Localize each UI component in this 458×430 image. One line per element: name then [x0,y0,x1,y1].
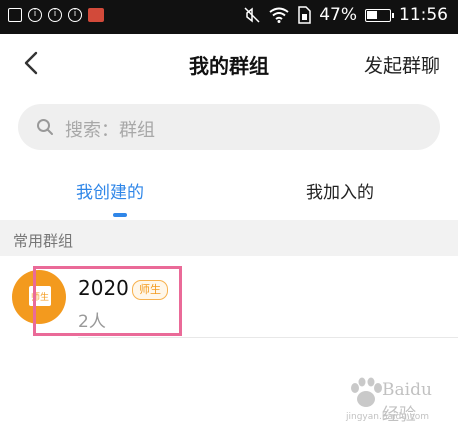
image-icon [8,8,22,22]
section-header: 常用群组 [0,220,458,256]
info-icon: i [28,8,42,22]
active-tab-indicator [113,213,127,217]
watermark-url: jingyan.baidu.com [346,412,430,422]
highlight-annotation [33,266,182,336]
paw-logo-icon [351,377,382,407]
notification-app-icon [88,8,104,22]
baidu-jingyan-watermark: Baidu经验 jingyan.baidu.com [346,376,442,425]
clock: 11:56 [399,5,448,25]
search-icon [37,119,53,135]
status-bar: i i i 47% 11:56 [0,0,458,34]
sim-icon [298,6,311,24]
info-icon: i [48,8,62,22]
mute-icon [244,7,260,23]
tab-created[interactable]: 我创建的 [76,178,144,203]
section-label: 常用群组 [13,232,74,250]
status-left-icons: i i i [8,8,104,22]
tab-joined[interactable]: 我加入的 [306,178,374,203]
wifi-icon [269,7,289,23]
status-right: 47% 11:56 [243,5,448,25]
nav-bar: 我的群组 发起群聊 [0,34,458,94]
battery-icon [365,8,394,22]
search-placeholder: 搜索：群组 [65,120,155,141]
battery-percent: 47% [319,5,357,25]
tab-bar: 我创建的 我加入的 [0,160,458,218]
search-bar[interactable]: 搜索：群组 [18,104,440,150]
divider [78,337,458,338]
info-icon: i [68,8,82,22]
start-group-chat-button[interactable]: 发起群聊 [364,51,440,78]
